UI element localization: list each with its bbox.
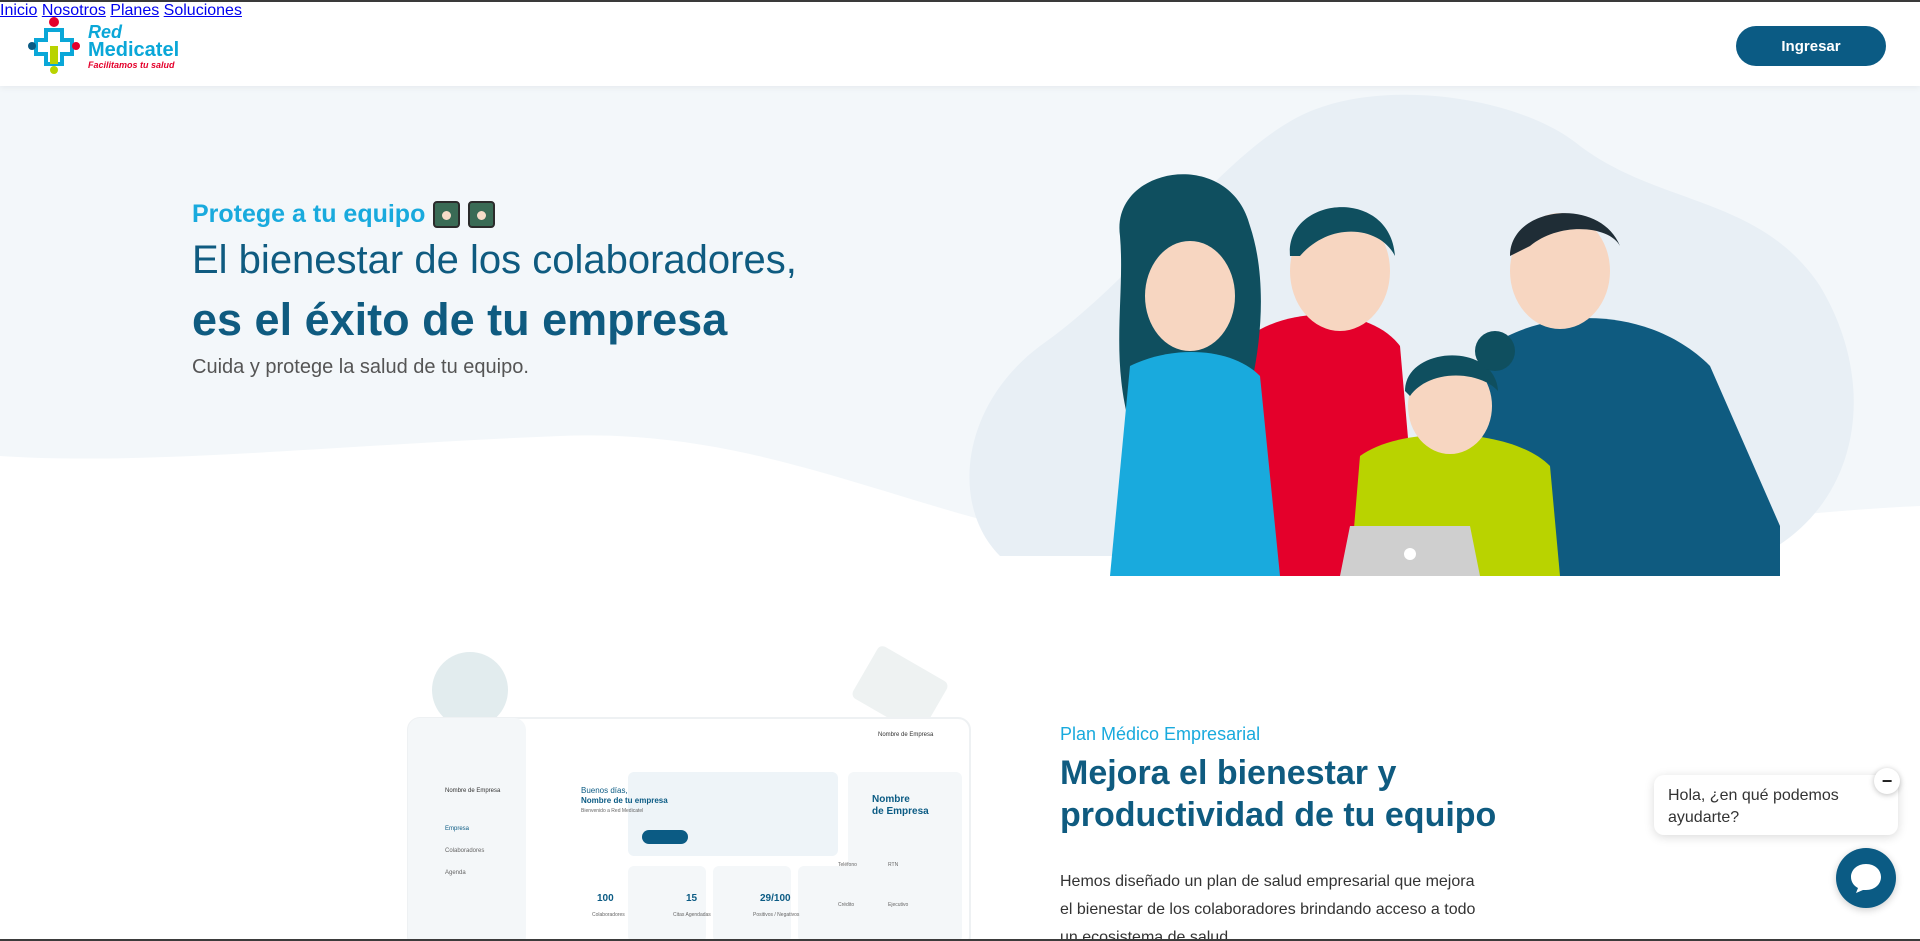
- mockup-greeting-name: Nombre de tu empresa: [581, 796, 668, 805]
- mockup-stat-value: 100: [597, 893, 614, 904]
- mockup-stat-label: Citas Agendadas: [673, 912, 711, 918]
- mockup-side-item-colaboradores: Colaboradores: [445, 848, 485, 854]
- mockup-agenda-button: Agenda: [596, 834, 614, 840]
- mockup-company-card-title: de Empresa: [872, 806, 929, 817]
- mockup-side-item-empresa: Empresa: [445, 826, 470, 832]
- heart-decoration-icon: [432, 652, 508, 728]
- section2-eyebrow: Plan Médico Empresarial: [1060, 724, 1261, 744]
- mockup-greeting: Buenos días,: [581, 786, 628, 795]
- mockup-card-label: Teléfono: [838, 862, 857, 868]
- mockup-greeting-text: Bienvenido a Red Medicatel: [581, 808, 644, 814]
- mockup-side-item-agenda: Agenda: [445, 870, 466, 876]
- chat-bubble-icon: [1851, 864, 1881, 893]
- mockup-stat-label: Colaboradores: [592, 912, 625, 918]
- hero-section: Protege a tu equipo El bienestar de los …: [0, 86, 1920, 576]
- mockup-stat-value: 15: [686, 893, 698, 904]
- mockup-sidebar-company: Nombre de Empresa: [445, 788, 501, 794]
- hero-title-light: El bienestar de los colaboradores,: [192, 238, 797, 282]
- hero-title-bold: es el éxito de tu empresa: [192, 294, 728, 345]
- section2-title: Mejora el bienestar y: [1060, 754, 1397, 792]
- login-button[interactable]: Ingresar: [1736, 26, 1886, 66]
- chat-open-button[interactable]: [1836, 848, 1896, 908]
- hero-eyebrow-text: Protege a tu equipo: [192, 200, 426, 228]
- mockup-card-label: RTN: [888, 862, 899, 868]
- brand-logo[interactable]: Red Medicatel Facilitamos tu salud: [24, 16, 184, 74]
- medical-cross-logo-icon: [28, 17, 80, 74]
- hero-eyebrow: Protege a tu equipo: [192, 200, 496, 229]
- brand-name-line2: Medicatel: [88, 39, 180, 61]
- site-header: Red Medicatel Facilitamos tu salud Inici…: [0, 2, 1920, 86]
- doctor-emoji-icon: [468, 201, 496, 228]
- woman-blue-shirt: [1110, 174, 1280, 576]
- mockup-company-selector: Nombre de Empresa: [878, 732, 934, 738]
- mockup-stat-value: 29/100: [760, 893, 791, 904]
- doctor-emoji-icon: [433, 201, 461, 228]
- chat-welcome-bubble[interactable]: Hola, ¿en qué podemos ayudarte?: [1654, 775, 1898, 835]
- main-nav: Inicio Nosotros Planes Soluciones: [0, 2, 1920, 20]
- team-illustration: [1110, 174, 1780, 576]
- mockup-card-label: Ejecutivo: [888, 902, 909, 908]
- hero-subtitle: Cuida y protege la salud de tu equipo.: [192, 356, 529, 378]
- mockup-company-card-title: Nombre: [872, 794, 910, 805]
- section2-body: Hemos diseñado un plan de salud empresar…: [1060, 873, 1476, 941]
- mockup-card-label: Crédito: [838, 902, 855, 908]
- brand-tagline: Facilitamos tu salud: [88, 60, 175, 70]
- chat-close-button[interactable]: −: [1874, 768, 1900, 794]
- laptop-icon: [1340, 526, 1480, 576]
- mockup-stat-label: Positivos / Negativos: [753, 912, 800, 918]
- section2-title: productividad de tu equipo: [1060, 796, 1497, 834]
